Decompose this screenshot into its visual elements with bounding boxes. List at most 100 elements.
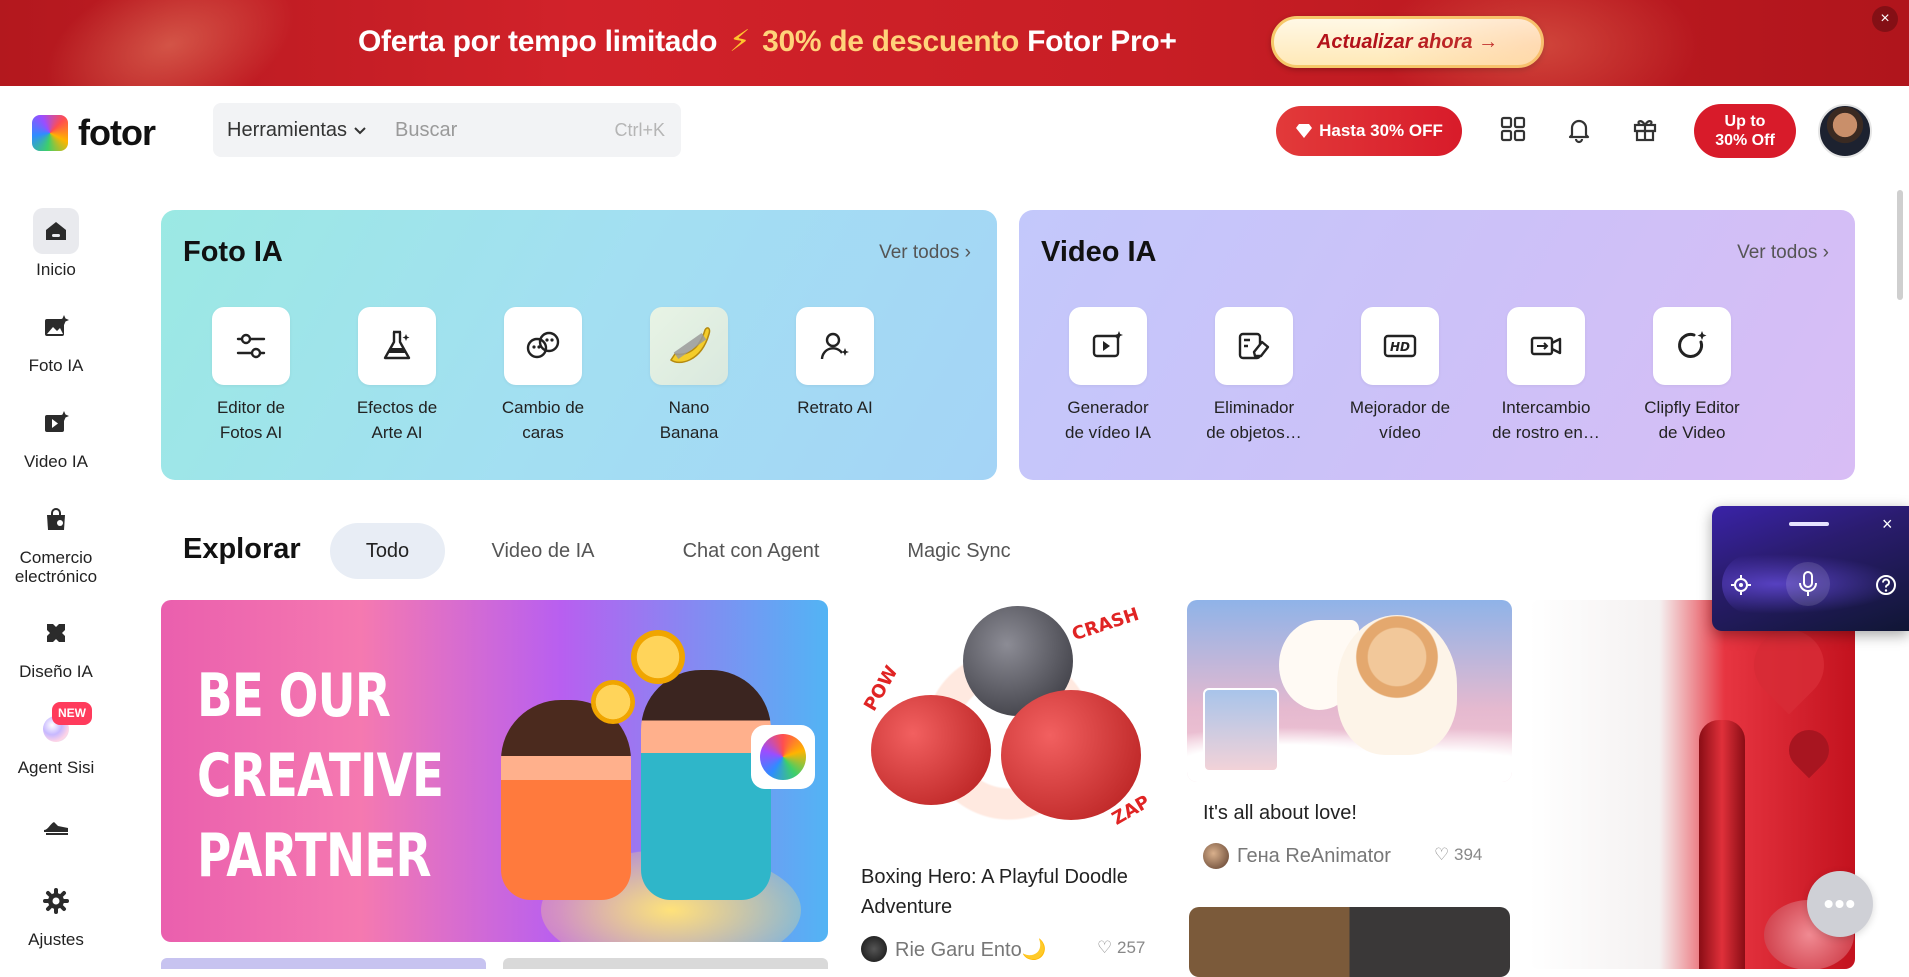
search-bar: Herramientas Buscar Ctrl+K	[213, 103, 681, 157]
tool-label-line2: de objetos…	[1206, 423, 1302, 442]
sneaker-icon	[33, 802, 79, 848]
new-badge: NEW	[52, 702, 92, 725]
close-promo-icon[interactable]: ×	[1872, 6, 1898, 32]
author-avatar	[1203, 843, 1229, 869]
foto-ia-title: Foto IA	[183, 236, 283, 268]
gallery-title-line: Adventure	[861, 896, 953, 918]
gallery-item-lipstick[interactable]	[1529, 600, 1855, 969]
lipstick	[1699, 720, 1745, 969]
close-widget-icon[interactable]: ×	[1882, 514, 1893, 535]
banner-text-line: PARTNER	[197, 821, 432, 891]
microphone-icon	[1799, 571, 1817, 596]
gift-icon[interactable]	[1630, 114, 1660, 144]
tool-efectos-arte-ai[interactable]: Efectos de Arte AI	[332, 307, 462, 445]
likes-value: 394	[1453, 845, 1483, 864]
gallery-item-title[interactable]: Boxing Hero: A Playful Doodle Adventure	[861, 862, 1161, 922]
promo-discount: 30% de descuento	[762, 25, 1020, 58]
more-options-button[interactable]: •••	[1807, 871, 1873, 937]
upgrade-now-button[interactable]: Actualizar ahora →	[1271, 16, 1544, 68]
sidebar-item-label: Diseño IA	[19, 662, 93, 681]
tools-dropdown-label: Herramientas	[227, 118, 348, 141]
tool-generador-video-ia[interactable]: Generador de vídeo IA	[1043, 307, 1173, 445]
tool-label-line2: de vídeo IA	[1064, 423, 1151, 442]
gear-icon	[33, 878, 79, 924]
tool-nano-banana[interactable]: Nano Banana	[624, 307, 754, 445]
sidebar-item-diseno-ia[interactable]: Diseño IA	[0, 610, 112, 681]
tool-editor-fotos-ai[interactable]: Editor de Fotos AI	[186, 307, 316, 445]
tool-label-line2: Fotos AI	[219, 423, 283, 442]
gallery-item-love[interactable]	[1187, 600, 1512, 782]
portrait-icon	[796, 307, 874, 385]
coin-icon	[591, 680, 635, 724]
banner-creative-partner[interactable]: BE OUR CREATIVE PARTNER	[161, 600, 828, 942]
heart-icon: ♡	[1434, 845, 1450, 864]
tools-dropdown[interactable]: Herramientas	[213, 119, 383, 142]
sidebar-item-foto-ia[interactable]: Foto IA	[0, 304, 112, 375]
video-sparkle-icon	[33, 400, 79, 446]
tool-label-line1: Clipfly Editor	[1644, 398, 1740, 417]
sidebar-item-inicio[interactable]: Inicio	[0, 208, 112, 279]
voice-assistant-widget: ×	[1712, 506, 1909, 631]
gallery-title-line: Boxing Hero: A Playful Doodle	[861, 866, 1128, 888]
apps-grid-icon[interactable]	[1498, 114, 1528, 144]
help-icon[interactable]	[1875, 574, 1897, 596]
tool-label-line2: caras	[522, 423, 564, 442]
page-scrollbar[interactable]	[1897, 190, 1903, 300]
gallery-item-boxing-hero[interactable]: CRASH POW ZAP	[851, 600, 1167, 846]
sidebar-item-agent-sisi[interactable]: NEW Agent Sisi	[0, 702, 112, 777]
tool-label-line1: Mejorador de	[1349, 398, 1451, 417]
tab-video-de-ia[interactable]: Video de IA	[470, 523, 616, 579]
microphone-button[interactable]	[1786, 562, 1830, 606]
tool-eliminador-objetos[interactable]: Eliminador de objetos…	[1189, 307, 1319, 445]
gallery-item-comic-panels[interactable]	[1189, 907, 1510, 977]
video-ia-see-all-link[interactable]: Ver todos ›	[1737, 242, 1829, 264]
svg-text:HD: HD	[1390, 340, 1410, 354]
settings-icon[interactable]	[1730, 574, 1752, 596]
likes-count[interactable]: ♡ 394	[1434, 845, 1482, 865]
search-input[interactable]: Buscar	[383, 119, 614, 142]
sidebar-item-ajustes[interactable]: Ajustes	[0, 878, 112, 949]
header: fotor Herramientas Buscar Ctrl+K Hasta 3…	[0, 86, 1909, 176]
heart-icon: ♡	[1097, 938, 1113, 957]
banner-text-line: BE OUR	[197, 661, 391, 731]
upto-line2: 30% Off	[1715, 132, 1775, 149]
tool-clipfly-editor[interactable]: Clipfly Editor de Video	[1627, 307, 1757, 445]
sidebar-item-comercio[interactable]: Comercio electrónico	[0, 496, 112, 586]
gallery-item-title[interactable]: It's all about love!	[1203, 802, 1357, 825]
shopping-bag-icon	[33, 496, 79, 542]
sidebar-item-video-ia[interactable]: Video IA	[0, 400, 112, 471]
gallery-item-partial[interactable]	[161, 958, 486, 969]
upto-line1: Up to	[1724, 113, 1766, 130]
tool-label-line1: Cambio de	[501, 398, 585, 417]
tool-retrato-ai[interactable]: Retrato AI	[770, 307, 900, 420]
sidebar-item-label: Video IA	[24, 452, 88, 471]
tool-mejorador-video[interactable]: HD Mejorador de vídeo	[1335, 307, 1465, 445]
tab-todo[interactable]: Todo	[330, 523, 445, 579]
tab-chat-con-agent[interactable]: Chat con Agent	[658, 523, 844, 579]
up-to-30-off-button[interactable]: Up to 30% Off	[1694, 104, 1796, 158]
foto-ia-see-all-link[interactable]: Ver todos ›	[879, 242, 971, 264]
tool-label-line2: vídeo	[1379, 423, 1421, 442]
fotor-logo[interactable]: fotor	[32, 112, 156, 154]
tool-label-line2: de Video	[1658, 423, 1726, 442]
drag-handle[interactable]	[1789, 522, 1829, 526]
likes-count[interactable]: ♡ 257	[1097, 938, 1145, 958]
sidebar-item-label: Agent Sisi	[17, 758, 95, 777]
tab-magic-sync[interactable]: Magic Sync	[886, 523, 1032, 579]
tool-intercambio-rostro[interactable]: Intercambio de rostro en…	[1481, 307, 1611, 445]
gallery-item-author[interactable]: Гена ReAnimator	[1203, 843, 1391, 869]
user-avatar[interactable]	[1818, 104, 1872, 158]
banner-figure	[501, 700, 631, 900]
bell-icon[interactable]	[1564, 114, 1594, 144]
tool-label-line1: Retrato AI	[797, 398, 873, 417]
tool-label-line1: Nano	[668, 398, 710, 417]
tool-label-line1: Efectos de	[356, 398, 438, 417]
sidebar-item-sneaker[interactable]	[0, 802, 112, 854]
gallery-item-author[interactable]: Rie Garu Ento🌙	[861, 936, 1047, 962]
tool-label-line1: Editor de	[216, 398, 286, 417]
sale-button[interactable]: Hasta 30% OFF	[1276, 106, 1462, 156]
sale-button-label: Hasta 30% OFF	[1319, 121, 1443, 140]
tool-cambio-caras[interactable]: Cambio de caras	[478, 307, 608, 445]
video-generate-icon	[1069, 307, 1147, 385]
gallery-item-partial[interactable]	[503, 958, 828, 969]
